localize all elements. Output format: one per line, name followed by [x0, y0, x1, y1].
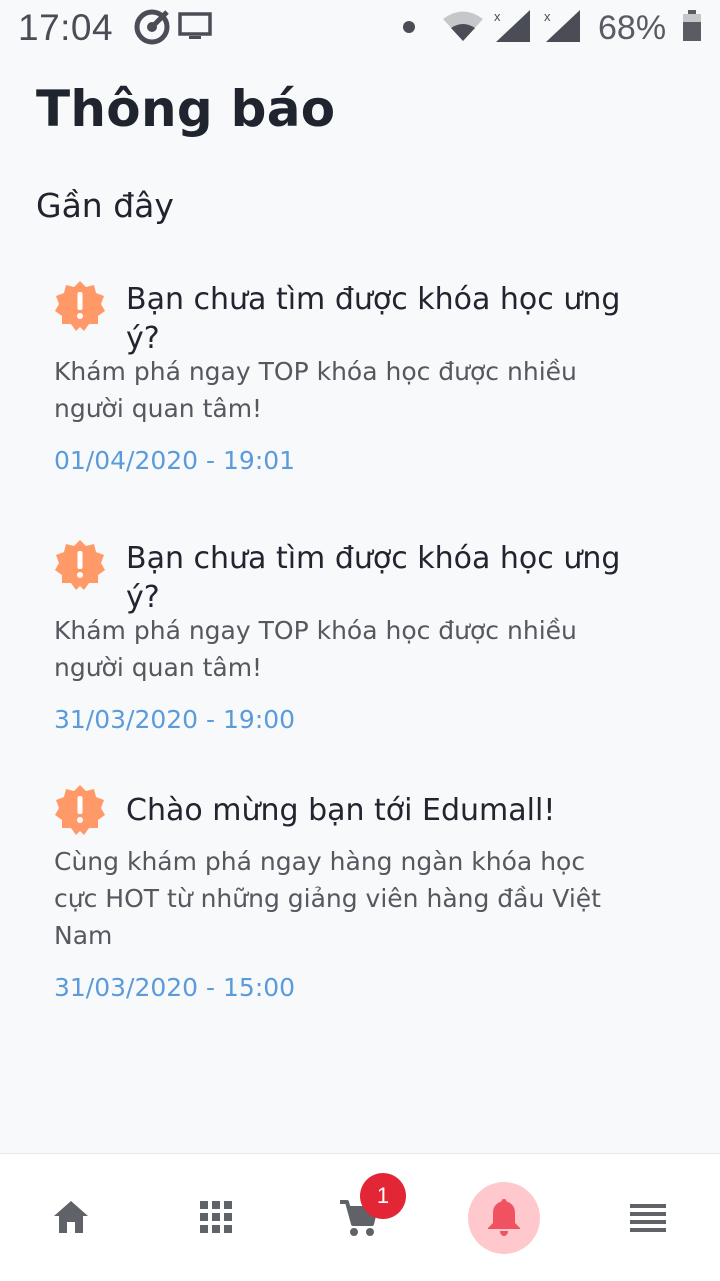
- notification-item[interactable]: Bạn chưa tìm được khóa học ưng ý? Khám p…: [54, 539, 644, 739]
- notification-item[interactable]: Chào mừng bạn tới Edumall! Cùng khám phá…: [54, 784, 644, 1014]
- alert-badge-icon: [55, 785, 105, 835]
- status-bar: 17:04 x x 68%: [0, 0, 720, 64]
- notification-time: 01/04/2020 - 19:01: [54, 446, 296, 475]
- signal-icon: x: [494, 9, 530, 42]
- wifi-icon: [443, 11, 483, 41]
- notification-title: Bạn chưa tìm được khóa học ưng ý?: [126, 282, 621, 356]
- status-time: 17:04: [18, 7, 114, 48]
- notification-time: 31/03/2020 - 15:00: [54, 973, 296, 1002]
- dot-icon: [403, 21, 415, 33]
- svg-text:x: x: [494, 9, 501, 24]
- nav-cart[interactable]: [308, 1154, 408, 1281]
- nav-menu[interactable]: [598, 1154, 698, 1281]
- menu-icon: [630, 1204, 666, 1232]
- cart-count-badge: 1: [360, 1173, 406, 1219]
- screen-cast-icon: [178, 12, 212, 39]
- alert-badge-icon: [55, 281, 105, 331]
- notification-body: Cùng khám phá ngay hàng ngàn khóa học cự…: [54, 847, 601, 950]
- nav-categories[interactable]: [166, 1154, 266, 1281]
- battery-icon: [683, 10, 701, 41]
- notification-body: Khám phá ngay TOP khóa học được nhiều ng…: [54, 357, 577, 423]
- app-activity-icon: [134, 9, 170, 45]
- bell-icon: [488, 1199, 520, 1236]
- home-icon: [54, 1201, 88, 1233]
- page-title: Thông báo: [36, 80, 336, 138]
- nav-notifications[interactable]: [454, 1154, 554, 1281]
- svg-text:x: x: [544, 9, 551, 24]
- notification-title: Bạn chưa tìm được khóa học ưng ý?: [126, 541, 621, 615]
- notification-time: 31/03/2020 - 19:00: [54, 705, 296, 734]
- section-title: Gần đây: [36, 186, 174, 225]
- notification-item[interactable]: Bạn chưa tìm được khóa học ưng ý? Khám p…: [54, 280, 644, 480]
- signal-icon: x: [544, 9, 580, 42]
- alert-badge-icon: [55, 540, 105, 590]
- battery-percent: 68%: [598, 9, 667, 47]
- grid-icon: [200, 1201, 232, 1233]
- notification-body: Khám phá ngay TOP khóa học được nhiều ng…: [54, 616, 577, 682]
- bottom-nav: [0, 1153, 720, 1281]
- notification-title: Chào mừng bạn tới Edumall!: [126, 793, 556, 828]
- nav-home[interactable]: [22, 1154, 122, 1281]
